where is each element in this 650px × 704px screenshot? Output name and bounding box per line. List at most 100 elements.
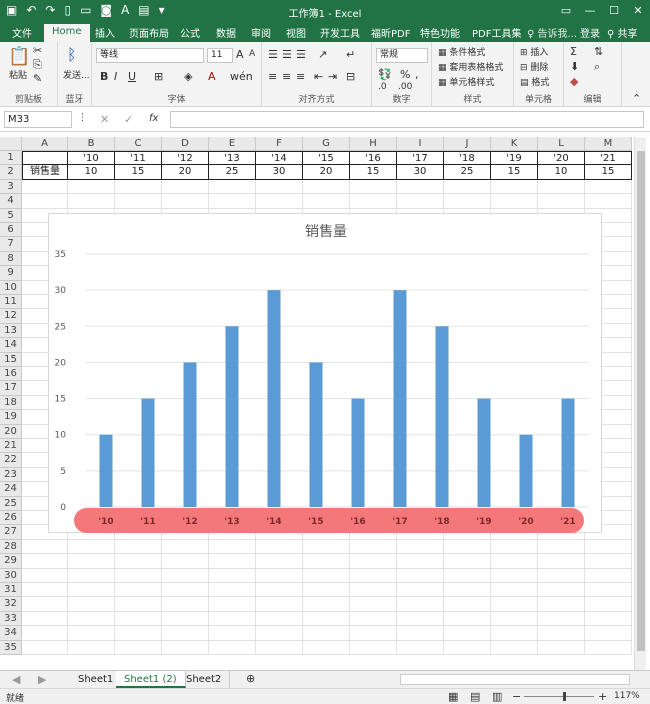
cell-b29[interactable] [68, 554, 115, 569]
row-header-20[interactable]: 20 [0, 424, 22, 439]
tab-formulas[interactable]: 公式 [180, 25, 200, 40]
cell-k32[interactable] [491, 597, 538, 612]
tab-page-layout[interactable]: 页面布局 [129, 25, 169, 40]
cell-d1[interactable]: '12 [162, 151, 209, 166]
cell-k3[interactable] [491, 179, 538, 195]
sort-filter-icon[interactable]: ⇅ [594, 45, 603, 58]
cell-e28[interactable] [209, 539, 256, 555]
row-header-11[interactable]: 11 [0, 295, 22, 310]
cell-h35[interactable] [350, 640, 397, 655]
bluetooth-icon[interactable]: ᛒ [67, 45, 77, 64]
conditional-format-button[interactable]: ▦ 条件格式 [438, 45, 485, 58]
share-button[interactable]: ⚲ 共享 [607, 25, 638, 40]
align-left-icon[interactable]: ≡ [268, 70, 277, 83]
align-top-icon[interactable]: ☰ [268, 48, 278, 61]
cell-e1[interactable]: '13 [209, 151, 256, 166]
cell-l34[interactable] [538, 626, 585, 641]
cell-h29[interactable] [350, 554, 397, 569]
format-cells-button[interactable]: ▤ 格式 [520, 75, 549, 88]
cell-i29[interactable] [397, 554, 444, 569]
column-header-h[interactable]: H [350, 137, 397, 151]
select-all-corner[interactable] [0, 137, 22, 151]
cell-e31[interactable] [209, 583, 256, 598]
bold-button[interactable]: B [100, 70, 108, 83]
align-right-icon[interactable]: ≡ [296, 70, 305, 83]
cell-f33[interactable] [256, 611, 303, 627]
row-header-4[interactable]: 4 [0, 194, 22, 209]
cell-j29[interactable] [444, 554, 491, 569]
cell-m30[interactable] [585, 568, 632, 583]
cell-k4[interactable] [491, 194, 538, 209]
row-header-29[interactable]: 29 [0, 554, 22, 569]
align-middle-icon[interactable]: ☰ [282, 48, 292, 61]
column-header-m[interactable]: M [585, 137, 632, 151]
row-header-27[interactable]: 27 [0, 525, 22, 540]
row-header-2[interactable]: 2 [0, 165, 22, 180]
cell-j2[interactable]: 25 [444, 165, 491, 180]
cell-m2[interactable]: 15 [585, 165, 632, 180]
tab-view[interactable]: 视图 [286, 25, 306, 40]
cell-k35[interactable] [491, 640, 538, 655]
cell-j33[interactable] [444, 611, 491, 627]
column-header-j[interactable]: J [444, 137, 491, 151]
cell-b3[interactable] [68, 179, 115, 195]
row-header-24[interactable]: 24 [0, 482, 22, 497]
tab-developer[interactable]: 开发工具 [320, 25, 360, 40]
close-button[interactable]: ✕ [626, 0, 650, 22]
cell-a32[interactable] [22, 597, 68, 612]
cell-l1[interactable]: '20 [538, 151, 585, 166]
cell-c32[interactable] [115, 597, 162, 612]
tab-review[interactable]: 审阅 [251, 25, 271, 40]
cell-styles-button[interactable]: ▦ 单元格样式 [438, 75, 494, 88]
row-header-1[interactable]: 1 [0, 151, 22, 166]
vertical-scrollbar[interactable] [634, 137, 646, 670]
cell-f29[interactable] [256, 554, 303, 569]
collapse-ribbon-icon[interactable]: ⌃ [632, 92, 641, 105]
cell-j30[interactable] [444, 568, 491, 583]
zoom-slider-thumb[interactable] [563, 692, 566, 701]
row-header-5[interactable]: 5 [0, 208, 22, 223]
cell-e34[interactable] [209, 626, 256, 641]
paste-button[interactable]: 粘贴 [9, 68, 27, 81]
decrease-decimal-icon[interactable]: .00 [398, 82, 412, 92]
sheet-tab-sheet1-2[interactable]: Sheet1 (2) [116, 671, 186, 688]
cell-d32[interactable] [162, 597, 209, 612]
cell-e33[interactable] [209, 611, 256, 627]
cell-f31[interactable] [256, 583, 303, 598]
cell-b30[interactable] [68, 568, 115, 583]
column-header-f[interactable]: F [256, 137, 303, 151]
accounting-icon[interactable]: 💱 [378, 68, 392, 81]
cell-i2[interactable]: 30 [397, 165, 444, 180]
cell-h28[interactable] [350, 539, 397, 555]
copy-icon[interactable]: ⎘ [33, 58, 42, 72]
cell-d29[interactable] [162, 554, 209, 569]
column-header-a[interactable]: A [22, 137, 68, 151]
clear-icon[interactable]: ◆ [570, 75, 578, 88]
cell-l30[interactable] [538, 568, 585, 583]
cell-l33[interactable] [538, 611, 585, 627]
cell-k33[interactable] [491, 611, 538, 627]
cell-b34[interactable] [68, 626, 115, 641]
minimize-button[interactable]: — [578, 0, 602, 22]
cell-a28[interactable] [22, 539, 68, 555]
number-format-select[interactable]: 常规 [376, 48, 428, 63]
bluetooth-send-button[interactable]: 发送... [63, 68, 90, 81]
cell-l29[interactable] [538, 554, 585, 569]
row-header-23[interactable]: 23 [0, 467, 22, 483]
phonetic-icon[interactable]: wén [230, 70, 253, 83]
cell-g32[interactable] [303, 597, 350, 612]
tab-home[interactable]: Home [44, 24, 90, 42]
sheet-tab-sheet2[interactable]: Sheet2 [178, 671, 231, 688]
cell-g4[interactable] [303, 194, 350, 209]
cell-h30[interactable] [350, 568, 397, 583]
cell-a34[interactable] [22, 626, 68, 641]
tell-me-search[interactable]: ♀ 告诉我... [527, 25, 577, 40]
row-header-25[interactable]: 25 [0, 496, 22, 511]
cell-f28[interactable] [256, 539, 303, 555]
cell-m34[interactable] [585, 626, 632, 641]
cell-m3[interactable] [585, 179, 632, 195]
row-header-18[interactable]: 18 [0, 395, 22, 411]
enter-icon[interactable]: ✓ [124, 113, 133, 126]
cell-c4[interactable] [115, 194, 162, 209]
row-header-16[interactable]: 16 [0, 367, 22, 382]
